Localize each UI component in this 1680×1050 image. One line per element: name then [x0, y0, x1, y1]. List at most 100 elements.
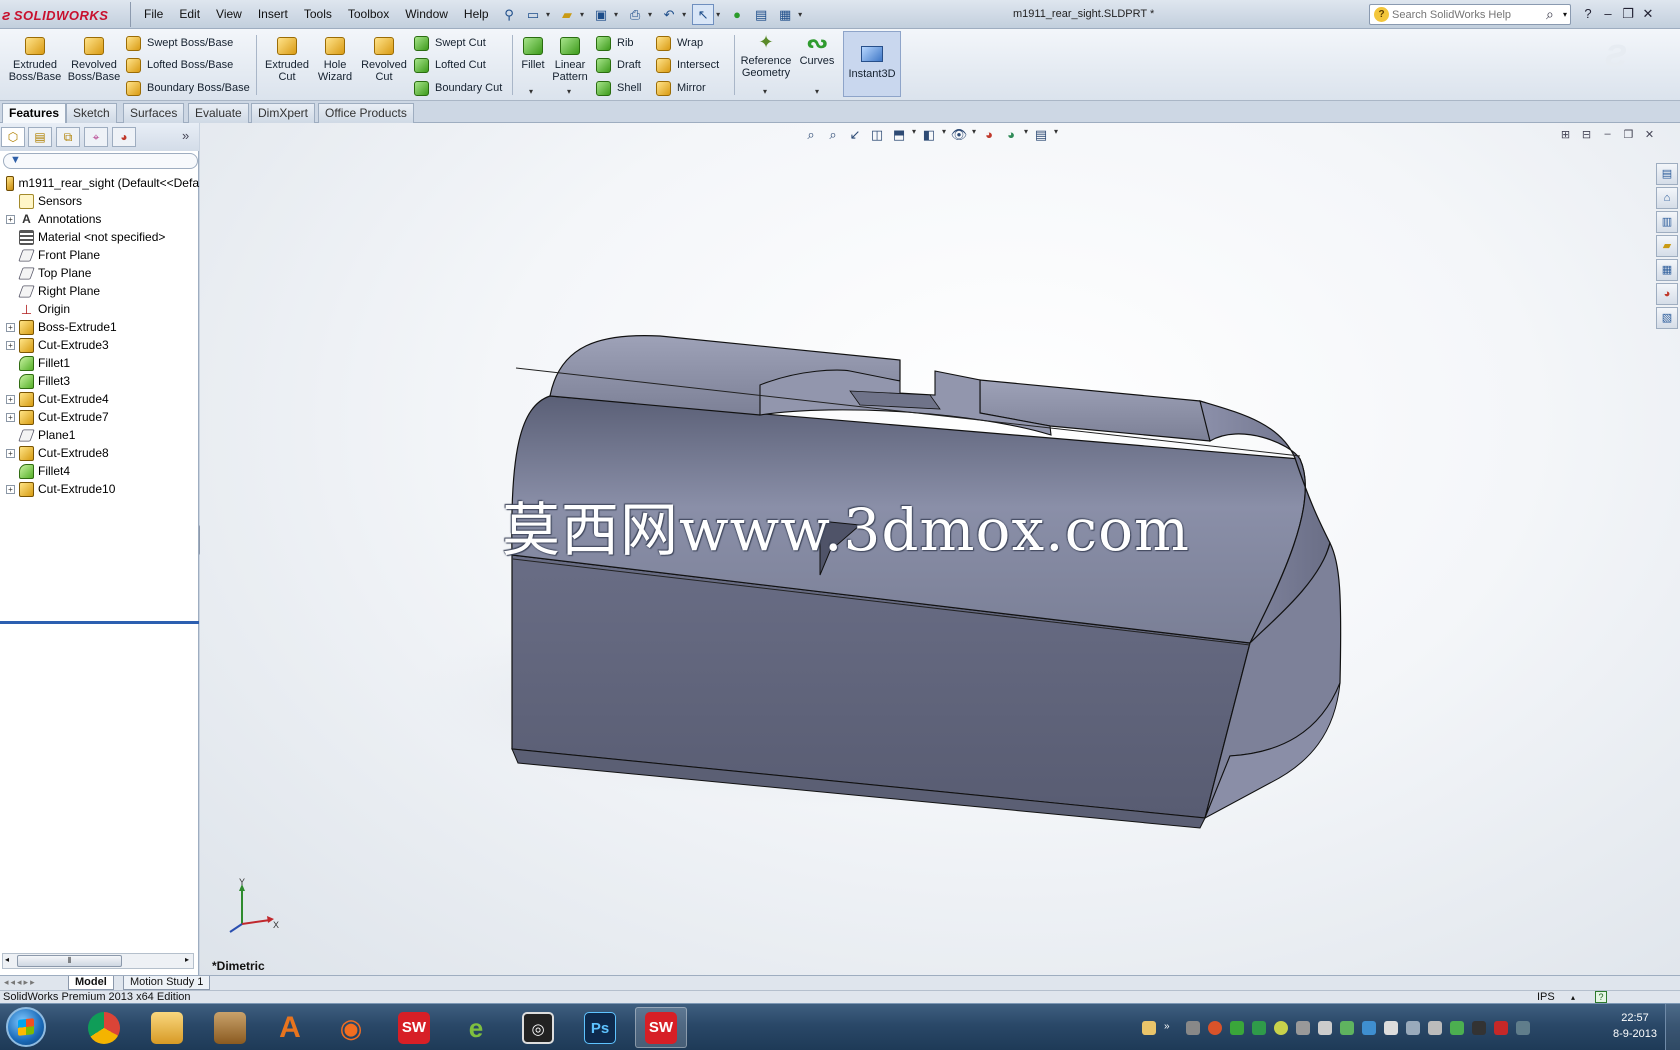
tree-item[interactable]: Fillet4	[0, 462, 199, 480]
menu-view[interactable]: View	[208, 6, 250, 23]
save-icon[interactable]: ▣	[590, 4, 612, 25]
menu-help[interactable]: Help	[456, 6, 497, 23]
tab-sketch[interactable]: Sketch	[66, 103, 117, 123]
chevron-down-icon[interactable]: ▾	[815, 87, 819, 96]
appearances-icon[interactable]: ◕	[1656, 283, 1678, 305]
quick-tips-icon[interactable]: ?	[1595, 991, 1607, 1003]
pin-icon[interactable]: ⚲	[498, 4, 520, 25]
intersect-button[interactable]: Intersect	[656, 56, 719, 74]
close-icon[interactable]: ✕	[1639, 128, 1660, 144]
horizontal-scrollbar[interactable]: ◂ ⦀ ▸	[2, 953, 194, 969]
tray-check-icon[interactable]	[1450, 1021, 1464, 1035]
tree-item[interactable]: Fillet1	[0, 354, 199, 372]
display-manager-tab-icon[interactable]: ◕	[112, 127, 136, 147]
chevron-down-icon[interactable]: ▾	[682, 10, 686, 19]
menu-insert[interactable]: Insert	[250, 6, 296, 23]
draft-button[interactable]: Draft	[596, 56, 641, 74]
revolved-boss-button[interactable]: Revolved Boss/Base	[66, 37, 122, 83]
tree-item[interactable]: Fillet3	[0, 372, 199, 390]
restore-icon[interactable]: ❐	[1618, 128, 1639, 144]
hide-show-items-icon[interactable]: 👁	[948, 127, 970, 147]
tray-misc-icon[interactable]	[1516, 1021, 1530, 1035]
tree-item[interactable]: Front Plane	[0, 246, 199, 264]
extruded-cut-button[interactable]: Extruded Cut	[262, 37, 312, 83]
tray-safe-remove-icon[interactable]	[1384, 1021, 1398, 1035]
tray-volume-icon[interactable]	[1318, 1021, 1332, 1035]
tab-model[interactable]: Model	[68, 976, 114, 990]
zoom-to-fit-icon[interactable]: ⌕	[800, 127, 822, 147]
minimize-icon[interactable]: –	[1597, 128, 1618, 144]
tree-item[interactable]: Sensors	[0, 192, 199, 210]
tray-sync-icon[interactable]	[1340, 1021, 1354, 1035]
lofted-boss-button[interactable]: Lofted Boss/Base	[126, 56, 233, 74]
reference-geometry-button[interactable]: ✦ Reference Geometry	[738, 33, 794, 79]
chevron-down-icon[interactable]: ▾	[529, 87, 533, 96]
rebuild-icon[interactable]: ●	[726, 4, 748, 25]
tree-item[interactable]: + Cut-Extrude8	[0, 444, 199, 462]
start-button[interactable]	[6, 1007, 46, 1047]
chevron-down-icon[interactable]: ▾	[910, 127, 918, 147]
explorer-taskbar-button[interactable]	[141, 1007, 193, 1048]
search-input[interactable]	[1392, 7, 1542, 23]
view-settings-icon[interactable]: ▤	[1030, 127, 1052, 147]
print-icon[interactable]: ⎙	[624, 4, 646, 25]
tab-office-products[interactable]: Office Products	[318, 103, 414, 123]
menu-edit[interactable]: Edit	[171, 6, 208, 23]
chevron-down-icon[interactable]: ▾	[1052, 127, 1060, 147]
chrome-taskbar-button[interactable]	[78, 1007, 130, 1048]
tab-dimxpert[interactable]: DimXpert	[251, 103, 316, 123]
tray-folder-icon[interactable]	[1142, 1021, 1156, 1035]
rollback-bar[interactable]	[0, 621, 199, 624]
tab-surfaces[interactable]: Surfaces	[123, 103, 185, 123]
tray-signal-icon[interactable]	[1230, 1021, 1244, 1035]
tab-evaluate[interactable]: Evaluate	[188, 103, 249, 123]
chevron-down-icon[interactable]: ▾	[1563, 10, 1567, 19]
configuration-manager-tab-icon[interactable]: ⧉	[56, 127, 80, 147]
curves-button[interactable]: ᔓ Curves	[798, 33, 836, 67]
chevron-down-icon[interactable]: ▾	[648, 10, 652, 19]
undo-icon[interactable]: ↶	[658, 4, 680, 25]
tree-item[interactable]: + Boss-Extrude1	[0, 318, 199, 336]
tab-motion-study[interactable]: Motion Study 1	[123, 976, 211, 990]
tree-item[interactable]: Right Plane	[0, 282, 199, 300]
select-icon[interactable]: ↖	[692, 4, 715, 25]
revolved-cut-button[interactable]: Revolved Cut	[358, 37, 410, 83]
tray-keyboard-icon[interactable]	[1186, 1021, 1200, 1035]
chevron-down-icon[interactable]: ▾	[970, 127, 978, 147]
restore-icon[interactable]: ❐	[1618, 4, 1638, 24]
expand-icon[interactable]: +	[6, 412, 15, 422]
tree-item[interactable]: + Cut-Extrude4	[0, 390, 199, 408]
chevron-down-icon[interactable]: ▾	[940, 127, 948, 147]
swept-boss-button[interactable]: Swept Boss/Base	[126, 34, 233, 52]
close-icon[interactable]: ✕	[1638, 4, 1658, 24]
tile-view-icon[interactable]: ⊟	[1576, 128, 1597, 144]
help-menu-icon[interactable]: ?	[1578, 4, 1598, 24]
display-style-icon[interactable]: ◧	[918, 127, 940, 147]
tray-status-icon[interactable]	[1274, 1021, 1288, 1035]
tray-dropbox-icon[interactable]	[1362, 1021, 1376, 1035]
tab-features[interactable]: Features	[2, 103, 67, 124]
mirror-button[interactable]: Mirror	[656, 79, 706, 97]
view-orientation-icon[interactable]: ⬒	[888, 127, 910, 147]
origin-taskbar-button[interactable]: ◉	[325, 1007, 377, 1048]
tree-item[interactable]: + A Annotations	[0, 210, 199, 228]
chevron-down-icon[interactable]: ▾	[1022, 127, 1030, 147]
previous-view-icon[interactable]: ↙	[844, 127, 866, 147]
home-icon[interactable]: ⌂	[1656, 187, 1678, 209]
tray-network-icon[interactable]	[1296, 1021, 1310, 1035]
solidworks-resources-icon[interactable]: ▤	[1656, 163, 1678, 185]
scroll-left-icon[interactable]: ◂	[5, 955, 9, 964]
shell-button[interactable]: Shell	[596, 79, 641, 97]
design-library-icon[interactable]: ▥	[1656, 211, 1678, 233]
menu-window[interactable]: Window	[397, 6, 456, 23]
chevron-down-icon[interactable]: ▾	[763, 87, 767, 96]
menu-toolbox[interactable]: Toolbox	[340, 6, 397, 23]
options-icon[interactable]: ▦	[774, 4, 796, 25]
boundary-boss-button[interactable]: Boundary Boss/Base	[126, 79, 250, 97]
search-icon[interactable]: ⌕	[1546, 6, 1554, 23]
rib-button[interactable]: Rib	[596, 34, 634, 52]
tray-steam-icon[interactable]	[1472, 1021, 1486, 1035]
split-view-icon[interactable]: ⊞	[1555, 128, 1576, 144]
feature-tree-filter[interactable]: ▼	[3, 153, 198, 169]
tree-item[interactable]: Top Plane	[0, 264, 199, 282]
